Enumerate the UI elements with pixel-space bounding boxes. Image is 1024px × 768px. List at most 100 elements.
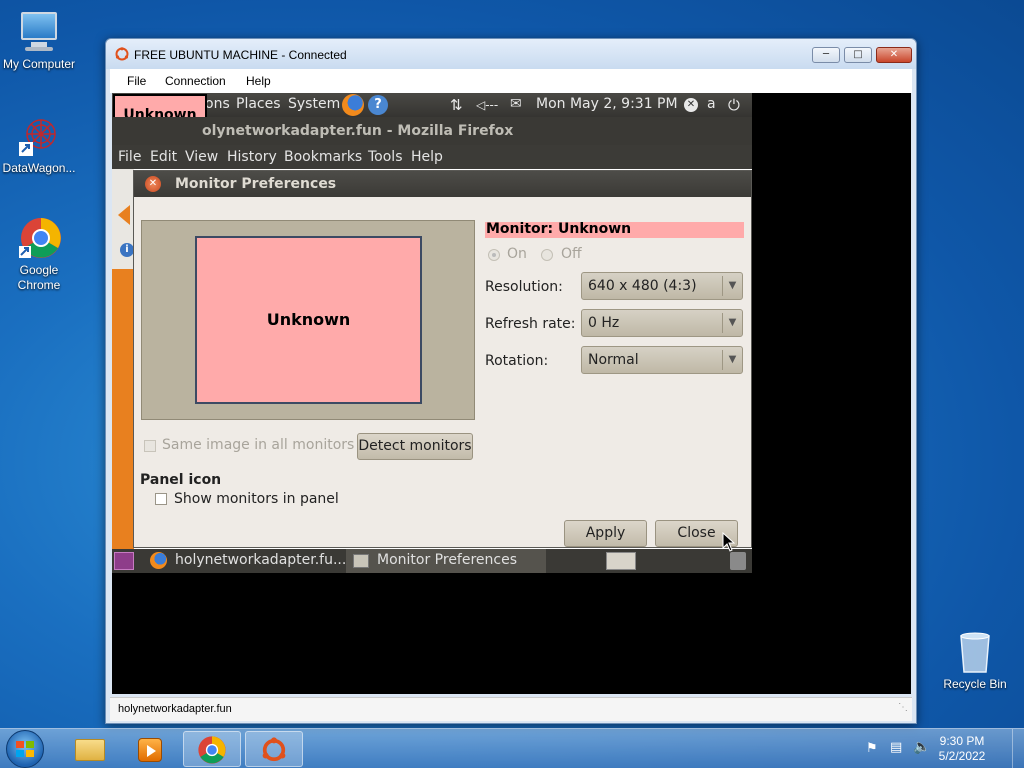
panel-icon-heading: Panel icon	[140, 472, 222, 488]
volume-icon[interactable]: 🔈	[913, 739, 930, 755]
dialog-titlebar[interactable]: ✕ Monitor Preferences	[134, 171, 751, 197]
rdp-title-text: FREE UBUNTU MACHINE - Connected	[134, 48, 347, 62]
on-label: On	[507, 246, 527, 262]
dialog-title: Monitor Preferences	[175, 176, 337, 192]
show-monitors-checkbox[interactable]	[155, 493, 167, 505]
system-clock[interactable]: 9:30 PM 5/2/2022	[932, 734, 992, 764]
chevron-down-icon: ▼	[722, 313, 742, 333]
show-desktop-icon[interactable]	[114, 552, 134, 570]
rdp-status-text: holynetworkadapter.fun	[118, 703, 232, 715]
desktop-icon-my-computer[interactable]: My Computer	[0, 10, 78, 72]
close-window-button[interactable]: ✕	[876, 47, 912, 63]
panel-applications-menu[interactable]: ons	[205, 96, 230, 112]
remote-screen[interactable]: ons Places System ? ⇅ ◁--- ✉ Mon May 2, …	[112, 93, 911, 694]
my-computer-label: My Computer	[2, 57, 76, 71]
resize-grip-icon[interactable]: ⋱	[898, 702, 908, 713]
trash-icon[interactable]	[730, 552, 746, 570]
maximize-button[interactable]: □	[844, 47, 872, 63]
monitor-layout-preview[interactable]: Unknown	[141, 220, 475, 420]
chrome-taskbar-icon	[198, 736, 226, 764]
taskbar-explorer[interactable]	[62, 731, 120, 767]
apply-button[interactable]: Apply	[564, 520, 647, 547]
firefox-menubar: File Edit View History Bookmarks Tools H…	[112, 145, 752, 169]
ff-menu-view[interactable]: View	[185, 149, 218, 165]
off-radio[interactable]	[541, 249, 553, 261]
computer-icon	[17, 10, 61, 54]
power-icon[interactable]: ⏻	[728, 96, 740, 114]
taskbar-media-player[interactable]	[122, 731, 180, 767]
taskbar-rdp[interactable]	[245, 731, 303, 767]
firefox-task-icon	[150, 552, 167, 569]
rdp-statusbar: holynetworkadapter.fun ⋱	[110, 697, 912, 721]
chrome-icon	[17, 216, 61, 260]
panel-clock[interactable]: Mon May 2, 9:31 PM	[536, 96, 678, 112]
resolution-label: Resolution:	[485, 279, 563, 295]
minimize-button[interactable]: ─	[812, 47, 840, 63]
ff-menu-tools[interactable]: Tools	[368, 149, 403, 165]
back-arrow-icon[interactable]	[118, 205, 130, 225]
desktop-icon-datawagon[interactable]: DataWagon...	[0, 114, 78, 176]
datawagon-icon	[17, 114, 61, 158]
rdp-taskbar-icon	[262, 737, 286, 762]
ff-menu-help[interactable]: Help	[411, 149, 443, 165]
action-center-flag-icon[interactable]: ⚑	[866, 741, 878, 756]
network-icon[interactable]: ▤	[890, 740, 902, 755]
resolution-value: 640 x 480 (4:3)	[588, 278, 697, 294]
start-button[interactable]	[6, 730, 44, 768]
rotation-label: Rotation:	[485, 353, 549, 369]
monitor-rectangle[interactable]: Unknown	[195, 236, 422, 404]
clock-date: 5/2/2022	[938, 749, 986, 763]
workspace-switcher[interactable]	[606, 552, 636, 570]
task-firefox[interactable]: holynetworkadapter.fu...	[175, 552, 346, 568]
on-radio[interactable]	[488, 249, 500, 261]
task-monitor-preferences[interactable]: Monitor Preferences	[377, 552, 517, 568]
detect-monitors-button[interactable]: Detect monitors	[357, 433, 473, 460]
user-status-icon[interactable]: ✕	[684, 98, 698, 112]
windows-logo-icon	[16, 741, 34, 757]
monitor-preferences-dialog: ✕ Monitor Preferences Unknown Monitor: U…	[133, 170, 752, 548]
rdp-menu-file[interactable]: File	[127, 74, 146, 88]
taskbar-chrome[interactable]	[183, 731, 241, 767]
rotation-dropdown[interactable]: Normal ▼	[581, 346, 743, 374]
panel-system-menu[interactable]: System	[288, 96, 340, 112]
network-updown-icon: ⇅	[450, 96, 463, 114]
rdp-app-icon	[115, 47, 129, 61]
media-player-icon	[138, 738, 162, 762]
same-image-checkbox[interactable]	[144, 440, 156, 452]
panel-places-menu[interactable]: Places	[236, 96, 281, 112]
desktop-icon-chrome[interactable]: Google Chrome	[0, 216, 78, 293]
desktop-icon-recycle-bin[interactable]: Recycle Bin	[936, 630, 1014, 692]
off-label: Off	[561, 246, 582, 262]
mail-icon[interactable]: ✉	[510, 96, 522, 112]
same-image-label: Same image in all monitors	[162, 437, 355, 453]
volume-muted-icon[interactable]: ◁---	[476, 98, 498, 112]
refresh-rate-dropdown[interactable]: 0 Hz ▼	[581, 309, 743, 337]
firefox-titlebar[interactable]: olynetworkadapter.fun - Mozilla Firefox	[112, 117, 752, 145]
show-desktop-button[interactable]	[1012, 729, 1024, 768]
resolution-dropdown[interactable]: 640 x 480 (4:3) ▼	[581, 272, 743, 300]
ff-menu-history[interactable]: History	[227, 149, 277, 165]
refresh-rate-label: Refresh rate:	[485, 316, 576, 332]
datawagon-label: DataWagon...	[2, 161, 76, 175]
gnome-bottom-panel: holynetworkadapter.fu... Monitor Prefere…	[112, 549, 752, 573]
ff-orange-sidebar	[112, 269, 134, 549]
gnome-top-panel: ons Places System ? ⇅ ◁--- ✉ Mon May 2, …	[112, 93, 752, 117]
ff-menu-file[interactable]: File	[118, 149, 141, 165]
rdp-menu-help[interactable]: Help	[246, 74, 271, 88]
chevron-down-icon: ▼	[722, 276, 742, 296]
info-icon: i	[120, 243, 134, 257]
rotation-value: Normal	[588, 352, 639, 368]
rdp-menu-connection[interactable]: Connection	[165, 74, 226, 88]
firefox-launcher-icon[interactable]	[342, 94, 364, 116]
clock-time: 9:30 PM	[939, 734, 985, 748]
ff-menu-bookmarks[interactable]: Bookmarks	[284, 149, 362, 165]
rdp-titlebar[interactable]: FREE UBUNTU MACHINE - Connected ─ □ ✕	[106, 39, 916, 69]
dialog-close-icon[interactable]: ✕	[145, 176, 161, 192]
folder-icon	[75, 739, 105, 761]
recycle-bin-icon	[953, 630, 997, 674]
panel-user-name[interactable]: a	[707, 96, 716, 112]
help-launcher-icon[interactable]: ?	[368, 95, 388, 115]
refresh-rate-value: 0 Hz	[588, 315, 620, 331]
ff-menu-edit[interactable]: Edit	[150, 149, 177, 165]
windows-taskbar: ⚑ ▤ 🔈 9:30 PM 5/2/2022	[0, 728, 1024, 768]
